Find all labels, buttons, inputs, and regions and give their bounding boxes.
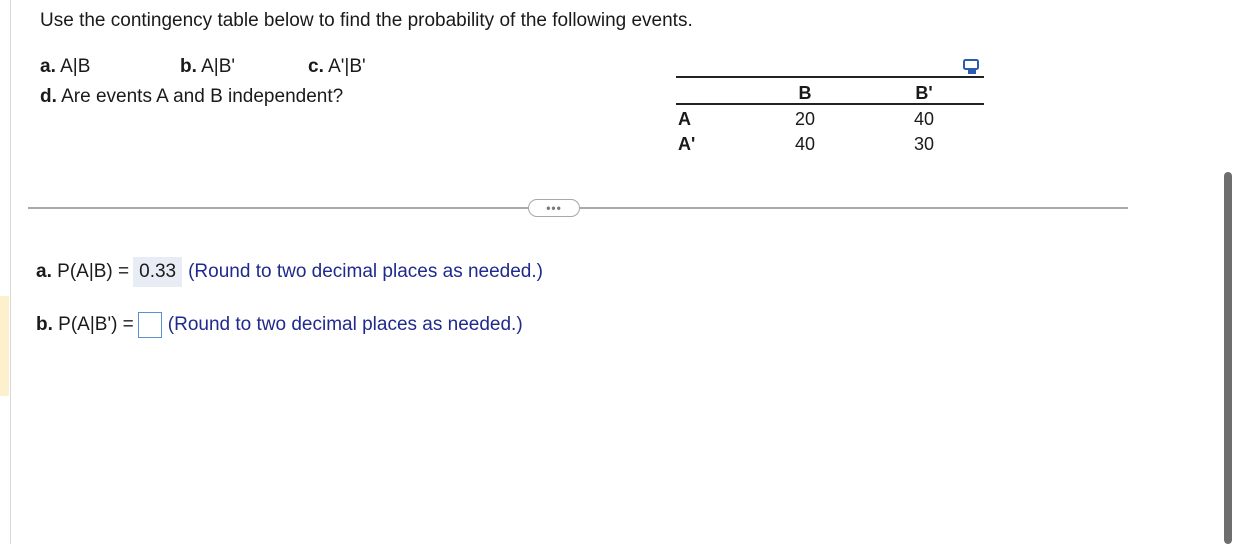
cell-a-prime-b-prime: 30 xyxy=(913,134,935,154)
answer-a-label: P(A|B) = xyxy=(57,261,130,282)
answer-b-row: b. P(A|B') = (Round to two decimal place… xyxy=(36,312,523,338)
row-header-a: A xyxy=(678,109,691,129)
cell-a-b: 20 xyxy=(794,109,816,129)
answer-a-value: 0.33 xyxy=(133,257,183,287)
copy-icon[interactable] xyxy=(962,58,982,76)
scrollbar[interactable] xyxy=(1224,172,1232,544)
answer-b-label: P(A|B') = xyxy=(58,314,134,335)
cell-a-prime-b: 40 xyxy=(794,134,816,154)
row-header-a-prime: A' xyxy=(678,134,696,154)
cell-a-b-prime: 40 xyxy=(913,109,935,129)
col-header-b-prime: B' xyxy=(915,83,933,103)
ellipsis-icon: ••• xyxy=(546,201,562,215)
answer-a-hint: (Round to two decimal places as needed.) xyxy=(188,261,543,282)
active-question-marker xyxy=(0,296,9,396)
table-top-rule xyxy=(676,76,984,78)
answer-b-hint: (Round to two decimal places as needed.) xyxy=(167,314,523,335)
answer-b-input[interactable] xyxy=(137,312,162,338)
part-d: d. Are events A and B independent? xyxy=(40,86,344,107)
part-a: a. A|B xyxy=(40,56,91,77)
part-c: c. A'|B' xyxy=(308,56,366,77)
answer-a-row: a. P(A|B) = 0.33 (Round to two decimal p… xyxy=(36,257,543,287)
part-b: b. A|B' xyxy=(180,56,236,77)
left-border xyxy=(10,0,11,544)
instructions: Use the contingency table below to find … xyxy=(40,10,693,31)
expand-ellipsis-button[interactable]: ••• xyxy=(528,199,580,217)
col-header-b: B xyxy=(798,83,812,103)
